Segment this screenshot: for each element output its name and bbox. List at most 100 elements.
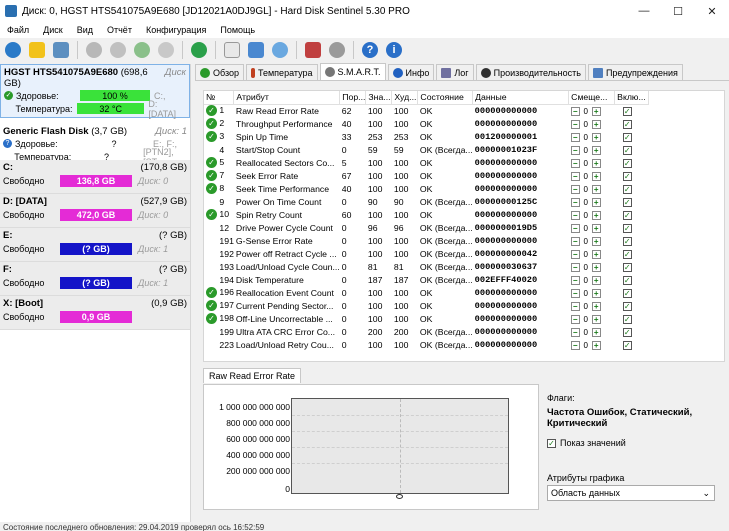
help-icon[interactable]: ?: [360, 40, 380, 60]
col-threshold[interactable]: Пор...: [339, 91, 367, 105]
col-data[interactable]: Данные: [472, 91, 570, 105]
decrement-button[interactable]: −: [570, 275, 580, 285]
enabled-checkbox[interactable]: ✓: [622, 275, 632, 285]
decrement-button[interactable]: −: [570, 106, 580, 116]
table-row[interactable]: ✓ 198 Off-Line Uncorrectable ... 0 100 100 OK…: [204, 312, 649, 325]
increment-button[interactable]: +: [591, 236, 601, 246]
decrement-button[interactable]: −: [570, 288, 580, 298]
col-worst[interactable]: Худ...: [391, 91, 419, 105]
table-row[interactable]: 4 Start/Stop Count 0 59 59 OK (Всегда... 00000…: [204, 143, 649, 156]
decrement-button[interactable]: −: [570, 223, 580, 233]
increment-button[interactable]: +: [591, 275, 601, 285]
increment-button[interactable]: +: [591, 184, 601, 194]
increment-button[interactable]: +: [591, 340, 601, 350]
decrement-button[interactable]: −: [570, 249, 580, 259]
increment-button[interactable]: +: [591, 314, 601, 324]
decrement-button[interactable]: −: [570, 262, 580, 272]
table-row[interactable]: ✓ 197 Current Pending Sector... 0 100 100 OK 0…: [204, 299, 649, 312]
decrement-button[interactable]: −: [570, 145, 580, 155]
increment-button[interactable]: +: [591, 262, 601, 272]
decrement-button[interactable]: −: [570, 197, 580, 207]
enabled-checkbox[interactable]: ✓: [622, 119, 632, 129]
disk-test-icon[interactable]: [84, 40, 104, 60]
increment-button[interactable]: +: [591, 301, 601, 311]
decrement-button[interactable]: −: [570, 236, 580, 246]
table-row[interactable]: ✓ 2 Throughput Performance 40 100 100 OK 00000…: [204, 117, 649, 130]
enabled-checkbox[interactable]: ✓: [622, 158, 632, 168]
decrement-button[interactable]: −: [570, 119, 580, 129]
menu-help[interactable]: Помощь: [213, 25, 262, 35]
enabled-checkbox[interactable]: ✓: [622, 106, 632, 116]
table-row[interactable]: 194 Disk Temperature 0 187 187 OK (Всегда... 0…: [204, 273, 649, 286]
table-row[interactable]: 199 Ultra ATA CRC Error Co... 0 200 200 OK (В…: [204, 325, 649, 338]
tab-overview[interactable]: Обзор: [195, 64, 244, 80]
speaker-icon[interactable]: [327, 40, 347, 60]
enabled-checkbox[interactable]: ✓: [622, 145, 632, 155]
graph-tab[interactable]: Raw Read Error Rate: [203, 368, 302, 383]
show-values-checkbox[interactable]: ✓: [547, 438, 556, 448]
menu-file[interactable]: Файл: [0, 25, 36, 35]
table-row[interactable]: 12 Drive Power Cycle Count 0 96 96 OK (Всегда…: [204, 221, 649, 234]
disk-ok-icon[interactable]: [108, 40, 128, 60]
volume-item-f[interactable]: F: (? GB) Свободно (? GB) Диск: 1: [0, 262, 190, 296]
col-id[interactable]: №: [204, 91, 235, 105]
volume-item-e[interactable]: E: (? GB) Свободно (? GB) Диск: 1: [0, 228, 190, 262]
volume-item-c[interactable]: C: (170,8 GB) Свободно 136,8 GB Диск: 0: [0, 160, 190, 194]
disk-check-icon[interactable]: [132, 40, 152, 60]
tab-alerts[interactable]: Предупреждения: [587, 64, 683, 80]
col-value[interactable]: Зна...: [365, 91, 393, 105]
table-row[interactable]: 192 Power off Retract Cycle ... 0 100 100 OK …: [204, 247, 649, 260]
show-values-option[interactable]: ✓ Показ значений: [547, 438, 626, 448]
chart-icon[interactable]: [303, 40, 323, 60]
volume-item-d[interactable]: D: [DATA] (527,9 GB) Свободно 472,0 GB Диск…: [0, 194, 190, 228]
graph-attributes-select[interactable]: Область данных ⌄: [547, 485, 715, 501]
info-icon[interactable]: i: [384, 40, 404, 60]
report-icon[interactable]: [51, 40, 71, 60]
close-button[interactable]: ✕: [695, 0, 729, 22]
enabled-checkbox[interactable]: ✓: [622, 210, 632, 220]
menu-view[interactable]: Вид: [70, 25, 100, 35]
enabled-checkbox[interactable]: ✓: [622, 262, 632, 272]
tab-log[interactable]: Лог: [436, 64, 474, 80]
table-row[interactable]: 9 Power On Time Count 0 90 90 OK (Всегда... 00…: [204, 195, 649, 208]
decrement-button[interactable]: −: [570, 327, 580, 337]
increment-button[interactable]: +: [591, 132, 601, 142]
increment-button[interactable]: +: [591, 158, 601, 168]
col-attribute[interactable]: Атрибут: [233, 91, 341, 105]
increment-button[interactable]: +: [591, 223, 601, 233]
table-row[interactable]: ✓ 8 Seek Time Performance 40 100 100 OK 000000…: [204, 182, 649, 195]
col-enabled[interactable]: Вклю...: [614, 91, 650, 105]
decrement-button[interactable]: −: [570, 158, 580, 168]
decrement-button[interactable]: −: [570, 132, 580, 142]
minimize-button[interactable]: —: [627, 0, 661, 22]
settings-icon[interactable]: [246, 40, 266, 60]
document-icon[interactable]: [222, 40, 242, 60]
increment-button[interactable]: +: [591, 145, 601, 155]
enabled-checkbox[interactable]: ✓: [622, 288, 632, 298]
table-row[interactable]: 191 G-Sense Error Rate 0 100 100 OK (Всегда..…: [204, 234, 649, 247]
table-row[interactable]: ✓ 196 Reallocation Event Count 0 100 100 OK 00…: [204, 286, 649, 299]
table-row[interactable]: ✓ 10 Spin Retry Count 60 100 100 OK 0000000000…: [204, 208, 649, 221]
decrement-button[interactable]: −: [570, 210, 580, 220]
menu-disk[interactable]: Диск: [36, 25, 70, 35]
increment-button[interactable]: +: [591, 171, 601, 181]
col-state[interactable]: Состояние: [417, 91, 474, 105]
globe-icon[interactable]: [189, 40, 209, 60]
maximize-button[interactable]: ☐: [661, 0, 695, 22]
tab-temperature[interactable]: Температура: [246, 64, 318, 80]
network-icon[interactable]: [270, 40, 290, 60]
tab-performance[interactable]: Производительность: [475, 64, 586, 80]
table-row[interactable]: ✓ 1 Raw Read Error Rate 62 100 100 OK 00000000…: [204, 104, 649, 117]
decrement-button[interactable]: −: [570, 340, 580, 350]
decrement-button[interactable]: −: [570, 314, 580, 324]
increment-button[interactable]: +: [591, 210, 601, 220]
menu-config[interactable]: Конфигурация: [139, 25, 213, 35]
increment-button[interactable]: +: [591, 197, 601, 207]
tab-smart[interactable]: S.M.A.R.T.: [319, 63, 386, 80]
decrement-button[interactable]: −: [570, 184, 580, 194]
refresh-icon[interactable]: [3, 40, 23, 60]
enabled-checkbox[interactable]: ✓: [622, 314, 632, 324]
table-row[interactable]: 193 Load/Unload Cycle Coun... 0 81 81 OK (Все…: [204, 260, 649, 273]
enabled-checkbox[interactable]: ✓: [622, 301, 632, 311]
decrement-button[interactable]: −: [570, 301, 580, 311]
